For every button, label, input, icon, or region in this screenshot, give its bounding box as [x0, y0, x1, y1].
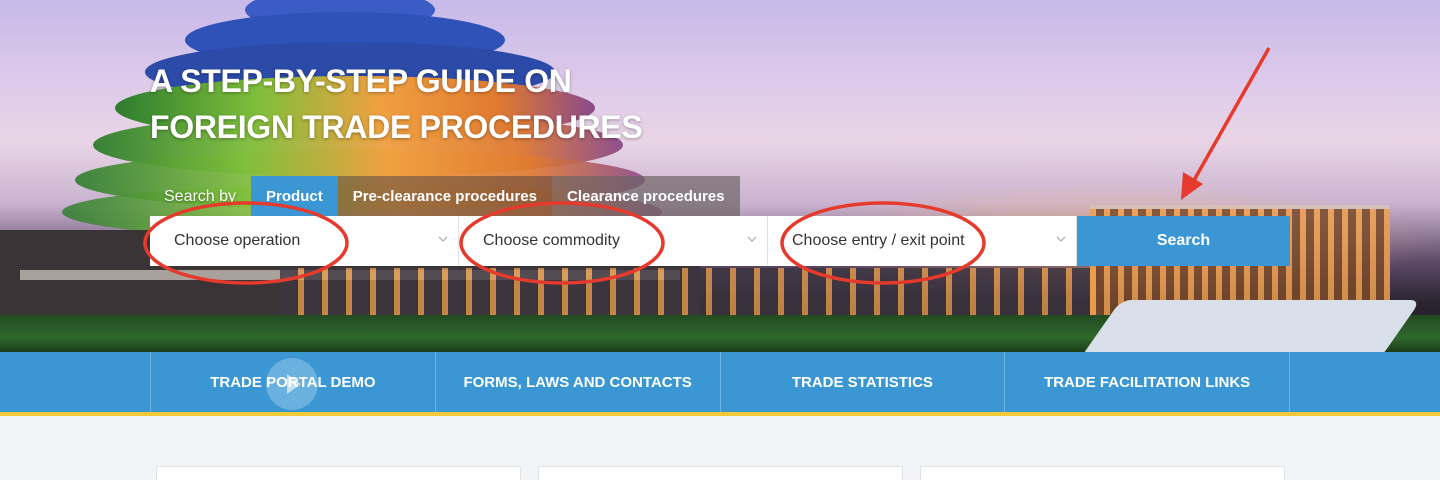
nav-trade-statistics[interactable]: TRADE STATISTICS [719, 352, 1005, 412]
tab-product[interactable]: Product [251, 176, 338, 216]
building-facade [280, 268, 1100, 318]
quick-links-bar: TRADE PORTAL DEMO FORMS, LAWS AND CONTAC… [0, 352, 1440, 412]
chevron-down-icon [438, 236, 448, 242]
content-card[interactable] [156, 466, 521, 480]
content-area [0, 416, 1440, 480]
entry-exit-point-select[interactable]: Choose entry / exit point [768, 216, 1077, 266]
white-ramp [1078, 300, 1422, 352]
commodity-select[interactable]: Choose commodity [459, 216, 768, 266]
operation-select[interactable]: Choose operation [150, 216, 459, 266]
chevron-down-icon [747, 236, 757, 242]
title-line-1: A STEP-BY-STEP GUIDE ON [150, 63, 572, 99]
chevron-down-icon [1056, 236, 1066, 242]
search-tabs: Search by Product Pre-clearance procedur… [150, 176, 740, 216]
play-triangle-icon [287, 374, 301, 394]
entry-exit-select-value: Choose entry / exit point [792, 232, 965, 249]
search-button[interactable]: Search [1077, 216, 1290, 266]
tab-pre-clearance[interactable]: Pre-clearance procedures [337, 176, 552, 216]
tab-clearance[interactable]: Clearance procedures [551, 176, 740, 216]
commodity-select-value: Choose commodity [483, 232, 620, 249]
search-by-label: Search by [164, 188, 237, 205]
search-form: Choose operation Choose commodity Choose… [150, 216, 1290, 266]
title-line-2: FOREIGN TRADE PROCEDURES [150, 109, 643, 145]
nav-forms-laws-contacts[interactable]: FORMS, LAWS AND CONTACTS [434, 352, 720, 412]
nav-trade-facilitation-links[interactable]: TRADE FACILITATION LINKS [1004, 352, 1290, 412]
play-icon[interactable] [266, 358, 318, 410]
quick-links: TRADE PORTAL DEMO FORMS, LAWS AND CONTAC… [150, 352, 1290, 412]
page-title: A STEP-BY-STEP GUIDE ON FOREIGN TRADE PR… [150, 58, 750, 150]
content-card[interactable] [538, 466, 903, 480]
operation-select-value: Choose operation [174, 232, 301, 249]
hero-banner: A STEP-BY-STEP GUIDE ON FOREIGN TRADE PR… [0, 0, 1440, 352]
content-card[interactable] [920, 466, 1285, 480]
